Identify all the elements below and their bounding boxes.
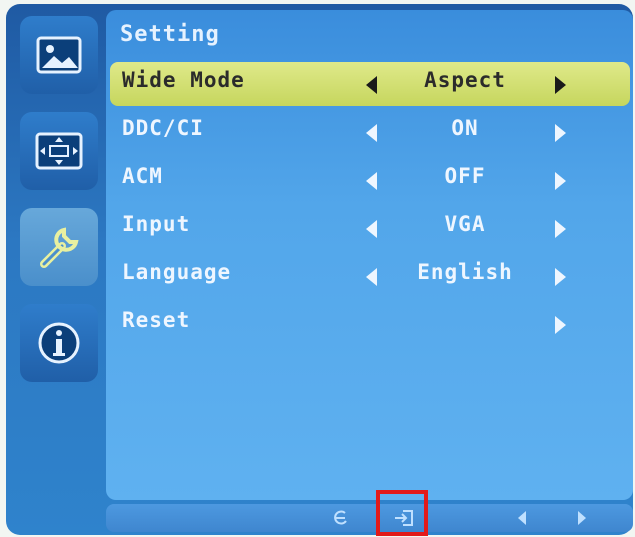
sidebar-tab-picture[interactable]: [20, 16, 98, 94]
left-arrow-icon[interactable]: [366, 268, 377, 286]
picture-icon: [36, 36, 82, 74]
menu-row-acm[interactable]: ACM OFF: [110, 158, 630, 202]
right-arrow-icon[interactable]: [555, 172, 566, 190]
display-position-icon: [35, 132, 83, 170]
osd-sidebar: [14, 12, 98, 532]
row-value: Aspect: [424, 68, 506, 92]
sidebar-tab-information[interactable]: [20, 304, 98, 382]
row-value: OFF: [444, 164, 486, 188]
osd-menu: Setting Wide Mode Aspect DDC/CI ON ACM O…: [6, 4, 633, 535]
row-label: Language: [122, 260, 232, 284]
menu-row-input[interactable]: Input VGA: [110, 206, 630, 250]
row-label: Reset: [122, 308, 191, 332]
settings-panel: Setting Wide Mode Aspect DDC/CI ON ACM O…: [106, 10, 633, 500]
menu-title: Setting: [120, 22, 220, 47]
right-arrow-icon[interactable]: [555, 316, 566, 334]
left-arrow-icon[interactable]: [366, 76, 377, 94]
left-arrow-icon[interactable]: [366, 220, 377, 238]
eco-button[interactable]: [328, 506, 354, 530]
sidebar-tab-display[interactable]: [20, 112, 98, 190]
right-arrow-icon[interactable]: [555, 268, 566, 286]
footer-left-button[interactable]: [512, 506, 532, 530]
sidebar-tab-setting[interactable]: [20, 208, 98, 286]
right-arrow-icon[interactable]: [555, 220, 566, 238]
menu-row-wide-mode[interactable]: Wide Mode Aspect: [110, 62, 630, 106]
row-label: ACM: [122, 164, 163, 188]
highlight-annotation-box: [376, 490, 428, 536]
left-arrow-icon[interactable]: [366, 124, 377, 142]
footer-right-button[interactable]: [572, 506, 592, 530]
row-label: DDC/CI: [122, 116, 204, 140]
row-label: Wide Mode: [122, 68, 245, 92]
menu-row-ddc-ci[interactable]: DDC/CI ON: [110, 110, 630, 154]
menu-row-reset[interactable]: Reset: [110, 302, 630, 346]
menu-row-language[interactable]: Language English: [110, 254, 630, 298]
right-arrow-icon[interactable]: [555, 124, 566, 142]
left-arrow-icon: [518, 511, 526, 525]
row-value: VGA: [444, 212, 486, 236]
eco-icon: [334, 510, 347, 525]
row-value: English: [417, 260, 513, 284]
wrench-settings-icon: [40, 227, 79, 268]
left-arrow-icon[interactable]: [366, 172, 377, 190]
row-value: ON: [451, 116, 479, 140]
row-label: Input: [122, 212, 191, 236]
info-icon: [38, 322, 80, 364]
right-arrow-icon[interactable]: [555, 76, 566, 94]
osd-footer: [106, 504, 633, 532]
right-arrow-icon: [578, 511, 586, 525]
